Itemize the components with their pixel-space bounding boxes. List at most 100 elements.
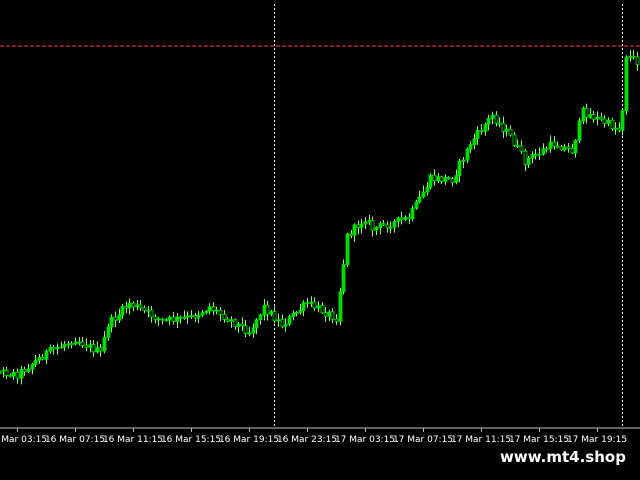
candle-body bbox=[552, 141, 557, 147]
candle-body bbox=[544, 148, 549, 151]
candle-body bbox=[439, 176, 444, 182]
candle-body bbox=[22, 369, 27, 372]
candle-body bbox=[59, 346, 64, 349]
candle-body bbox=[167, 316, 172, 321]
candle-body bbox=[236, 323, 241, 327]
candle-body bbox=[490, 114, 495, 119]
candle-body bbox=[240, 323, 245, 326]
candle-body bbox=[617, 127, 622, 131]
candle-body bbox=[37, 357, 42, 361]
candle-body bbox=[468, 144, 473, 150]
candle-body bbox=[316, 305, 321, 309]
candle-body bbox=[211, 306, 216, 312]
candle-body bbox=[146, 309, 151, 312]
time-tick-label: 17 Mar 03:15 bbox=[335, 435, 395, 445]
candle-body bbox=[309, 301, 314, 304]
candle-body bbox=[175, 316, 180, 322]
candle-body bbox=[113, 316, 118, 321]
candle-body bbox=[200, 312, 205, 316]
candle-body bbox=[283, 323, 288, 327]
candle-body bbox=[124, 306, 129, 309]
candle-body bbox=[84, 344, 89, 348]
time-tick-label: 16 Mar 11:15 bbox=[103, 435, 163, 445]
candle-body bbox=[363, 221, 368, 225]
candle-body bbox=[149, 309, 154, 318]
candle-body bbox=[1, 369, 6, 372]
candle-body bbox=[48, 346, 53, 352]
candle-body bbox=[606, 119, 611, 124]
candle-body bbox=[396, 217, 401, 222]
candle-body bbox=[280, 319, 285, 327]
candle-body bbox=[276, 319, 281, 322]
candle-body bbox=[479, 129, 484, 132]
candle-body bbox=[95, 347, 100, 353]
candle-body bbox=[341, 264, 346, 293]
candle-body bbox=[4, 369, 9, 376]
time-tick-label: 17 Mar 07:15 bbox=[393, 435, 453, 445]
candle-body bbox=[359, 223, 364, 229]
candle-body bbox=[291, 313, 296, 317]
candle-body bbox=[541, 148, 546, 155]
candle-body bbox=[410, 207, 415, 220]
candle-body bbox=[171, 316, 176, 322]
candle-body bbox=[91, 344, 96, 353]
candle-body bbox=[581, 107, 586, 122]
candle-body bbox=[378, 223, 383, 228]
candle-body bbox=[454, 175, 459, 183]
candle-body bbox=[77, 341, 82, 344]
candle-body bbox=[298, 310, 303, 313]
candle-body bbox=[258, 314, 263, 321]
candle-body bbox=[44, 350, 49, 360]
candle-body bbox=[222, 314, 227, 320]
candle-body bbox=[312, 301, 317, 309]
candle-body bbox=[196, 314, 201, 319]
candle-body bbox=[138, 304, 143, 309]
candle-body bbox=[559, 146, 564, 151]
candle-body bbox=[73, 341, 78, 345]
candle-body bbox=[523, 150, 528, 165]
candle-body bbox=[204, 310, 209, 314]
candle-body bbox=[80, 341, 85, 346]
candle-body bbox=[486, 118, 491, 125]
candle-body bbox=[247, 332, 252, 335]
candle-body bbox=[443, 177, 448, 182]
candle-body bbox=[156, 318, 161, 321]
candle-body bbox=[573, 140, 578, 154]
candle-body bbox=[26, 368, 31, 372]
candle-body bbox=[483, 124, 488, 132]
time-tick-label: 16 Mar 19:15 bbox=[219, 435, 279, 445]
candle-body bbox=[334, 318, 339, 322]
candle-body bbox=[428, 174, 433, 188]
candle-body bbox=[367, 220, 372, 223]
candle-body bbox=[530, 154, 535, 159]
candle-body bbox=[599, 116, 604, 120]
candle-body bbox=[631, 55, 636, 58]
candle-body bbox=[164, 319, 169, 322]
candle-body bbox=[432, 174, 437, 182]
candle-body bbox=[33, 359, 38, 365]
time-tick-label: 16 Mar 15:15 bbox=[161, 435, 221, 445]
candle-body bbox=[349, 233, 354, 236]
candle-body bbox=[51, 346, 56, 350]
candle-body bbox=[207, 306, 212, 312]
candle-body bbox=[414, 201, 419, 209]
candle-body bbox=[425, 186, 430, 193]
watermark: www.mt4.shop bbox=[497, 443, 629, 471]
candle-body bbox=[635, 56, 640, 65]
candle-body bbox=[407, 216, 412, 220]
candle-body bbox=[55, 347, 60, 350]
candle-body bbox=[66, 343, 71, 346]
candle-body bbox=[254, 319, 259, 329]
candle-body bbox=[135, 304, 140, 308]
candle-body bbox=[69, 343, 74, 346]
time-tick-label: 16 Mar 03:15 bbox=[0, 435, 47, 445]
candle-body bbox=[515, 145, 520, 147]
candle-body bbox=[160, 318, 165, 321]
candle-body bbox=[327, 311, 332, 317]
candle-body bbox=[465, 148, 470, 161]
candle-body bbox=[19, 369, 24, 379]
candle-body bbox=[602, 118, 607, 124]
candle-body bbox=[131, 302, 136, 308]
candle-body bbox=[475, 129, 480, 140]
candle-body bbox=[265, 304, 270, 315]
